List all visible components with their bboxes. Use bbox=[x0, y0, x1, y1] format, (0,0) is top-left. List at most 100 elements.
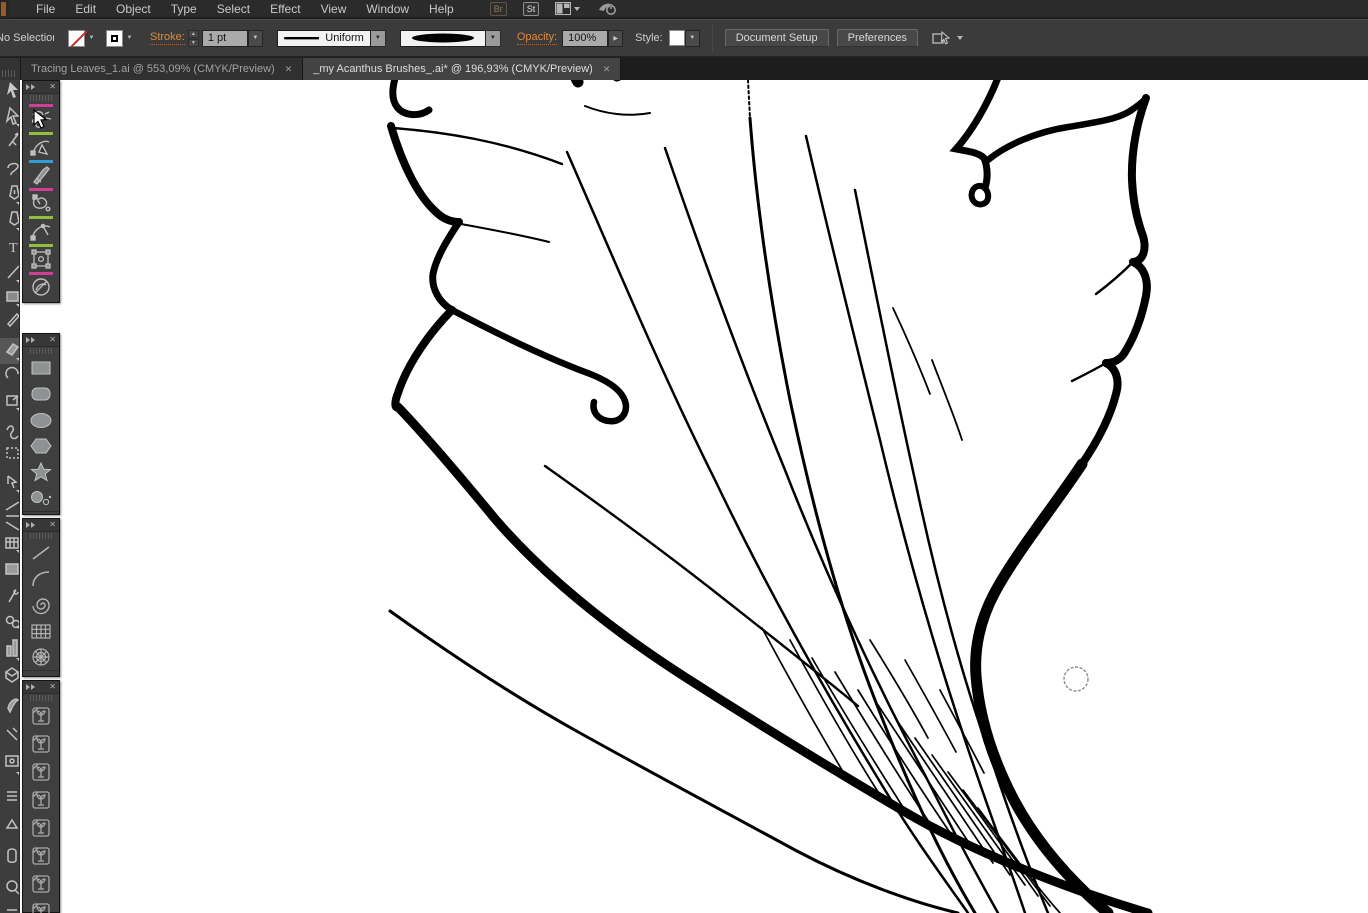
menu-object[interactable]: Object bbox=[106, 0, 161, 18]
stroke-weight-stepper[interactable]: ▲ ▼ bbox=[188, 30, 199, 47]
collapse-chevrons-icon[interactable] bbox=[26, 337, 35, 343]
collapse-chevrons-icon[interactable] bbox=[26, 684, 35, 690]
stroke-weight-field[interactable]: 1 pt bbox=[202, 30, 248, 47]
star-tool[interactable] bbox=[23, 459, 59, 485]
style-label: Style: bbox=[635, 32, 663, 44]
brush-definition-caret[interactable]: ▼ bbox=[486, 30, 501, 47]
panel-grip[interactable] bbox=[23, 94, 59, 102]
polygon-tool[interactable] bbox=[23, 433, 59, 459]
menu-window[interactable]: Window bbox=[356, 0, 419, 18]
document-tab-bar: Tracing Leaves_1.ai @ 553,09% (CMYK/Prev… bbox=[0, 58, 1368, 80]
style-caret[interactable]: ▼ bbox=[685, 30, 700, 47]
stepper-down-icon[interactable]: ▼ bbox=[188, 39, 199, 47]
brush-library-item[interactable] bbox=[23, 842, 59, 870]
tool-dock-header[interactable] bbox=[0, 58, 21, 80]
scatter-brush-tool[interactable] bbox=[23, 102, 59, 130]
fill-swatch[interactable] bbox=[68, 30, 85, 47]
panel-custom-tools: ✕ bbox=[22, 80, 60, 303]
brush-library-item[interactable] bbox=[23, 730, 59, 758]
lasso-path-tool[interactable] bbox=[23, 186, 59, 214]
brush-library-item[interactable] bbox=[23, 814, 59, 842]
collapse-chevrons-icon[interactable] bbox=[26, 84, 35, 90]
stroke-caret-icon[interactable]: ▼ bbox=[123, 30, 136, 47]
library-item-icon bbox=[31, 846, 51, 866]
opacity-label[interactable]: Opacity: bbox=[517, 31, 557, 45]
anchor-convert-tool[interactable] bbox=[23, 130, 59, 158]
star-icon bbox=[30, 462, 52, 482]
menu-effect[interactable]: Effect bbox=[260, 0, 310, 18]
artboard-canvas[interactable] bbox=[20, 80, 1368, 913]
stroke-weight-dropdown[interactable]: ▼ bbox=[248, 30, 263, 47]
curvature-tool[interactable] bbox=[23, 214, 59, 242]
document-setup-button[interactable]: Document Setup bbox=[725, 29, 829, 47]
brush-library-item[interactable] bbox=[23, 786, 59, 814]
panel-header[interactable]: ✕ bbox=[23, 519, 59, 532]
collapse-chevrons-icon[interactable] bbox=[26, 522, 35, 528]
rounded-rectangle-tool[interactable] bbox=[23, 381, 59, 407]
line-segment-tool[interactable] bbox=[23, 540, 59, 566]
workspace-switcher-button[interactable] bbox=[555, 2, 580, 15]
panel-library-items: ✕ bbox=[22, 680, 60, 913]
menu-type[interactable]: Type bbox=[161, 0, 207, 18]
knife-tool[interactable] bbox=[23, 158, 59, 186]
style-swatch[interactable] bbox=[669, 30, 685, 46]
brush-library-item[interactable] bbox=[23, 870, 59, 898]
artboard-tool[interactable] bbox=[23, 242, 59, 270]
menu-edit[interactable]: Edit bbox=[65, 0, 106, 18]
stroke-label[interactable]: Stroke: bbox=[150, 31, 185, 45]
panel-close-icon[interactable]: ✕ bbox=[49, 336, 56, 344]
width-profile-combo[interactable]: Uniform bbox=[277, 30, 371, 47]
tab-close-icon[interactable]: ✕ bbox=[603, 64, 611, 75]
main-toolbar-clipped[interactable]: T bbox=[0, 80, 20, 913]
panel-grip[interactable] bbox=[23, 532, 59, 540]
brush-definition-combo[interactable] bbox=[400, 30, 486, 47]
opacity-arrow-button[interactable]: ▶ bbox=[608, 30, 623, 47]
menu-help[interactable]: Help bbox=[419, 0, 464, 18]
polar-grid-icon bbox=[30, 647, 52, 667]
smooth-tool[interactable] bbox=[23, 270, 59, 298]
bridge-button[interactable]: Br bbox=[490, 2, 507, 16]
dock-grip[interactable] bbox=[2, 70, 17, 77]
arc-tool[interactable] bbox=[23, 566, 59, 592]
tab-tracing-leaves[interactable]: Tracing Leaves_1.ai @ 553,09% (CMYK/Prev… bbox=[21, 58, 303, 80]
width-profile-caret[interactable]: ▼ bbox=[371, 30, 386, 47]
panel-close-icon[interactable]: ✕ bbox=[49, 683, 56, 691]
tab-acanthus-brushes[interactable]: _my Acanthus Brushes_.ai* @ 196,93% (CMY… bbox=[303, 58, 621, 80]
rectangle-tool[interactable] bbox=[23, 355, 59, 381]
polar-grid-tool[interactable] bbox=[23, 644, 59, 670]
brush-library-item[interactable] bbox=[23, 758, 59, 786]
spiral-tool[interactable] bbox=[23, 592, 59, 618]
anchor-convert-icon bbox=[30, 137, 52, 157]
panel-header[interactable]: ✕ bbox=[23, 334, 59, 347]
panel-header[interactable]: ✕ bbox=[23, 81, 59, 94]
menu-view[interactable]: View bbox=[311, 0, 357, 18]
panel-close-icon[interactable]: ✕ bbox=[49, 83, 56, 91]
opacity-field[interactable]: 100% bbox=[562, 30, 608, 47]
panel-close-icon[interactable]: ✕ bbox=[49, 521, 56, 529]
none-fill-icon bbox=[71, 30, 88, 47]
rounded-rectangle-icon bbox=[30, 386, 52, 402]
flare-tool[interactable] bbox=[23, 485, 59, 511]
rectangular-grid-tool[interactable] bbox=[23, 618, 59, 644]
menu-select[interactable]: Select bbox=[207, 0, 260, 18]
menu-file[interactable]: File bbox=[26, 0, 65, 18]
line-icon bbox=[30, 544, 52, 562]
preferences-button[interactable]: Preferences bbox=[837, 29, 918, 47]
stroke-swatch[interactable] bbox=[106, 30, 123, 47]
divider bbox=[712, 25, 713, 51]
cs-live-icon[interactable] bbox=[596, 1, 618, 16]
brush-library-item[interactable] bbox=[23, 898, 59, 913]
panel-header[interactable]: ✕ bbox=[23, 681, 59, 694]
stepper-up-icon[interactable]: ▲ bbox=[188, 30, 199, 38]
select-similar-icon[interactable] bbox=[932, 30, 952, 46]
panel-line-tools: ✕ bbox=[22, 518, 60, 677]
panel-grip[interactable] bbox=[23, 347, 59, 355]
stock-button[interactable]: St bbox=[523, 2, 540, 16]
lasso-path-icon bbox=[30, 193, 52, 213]
select-similar-caret[interactable] bbox=[957, 36, 963, 40]
tab-close-icon[interactable]: ✕ bbox=[285, 64, 293, 75]
panel-grip[interactable] bbox=[23, 694, 59, 702]
brush-library-item[interactable] bbox=[23, 702, 59, 730]
ellipse-tool[interactable] bbox=[23, 407, 59, 433]
library-item-icon bbox=[31, 790, 51, 810]
